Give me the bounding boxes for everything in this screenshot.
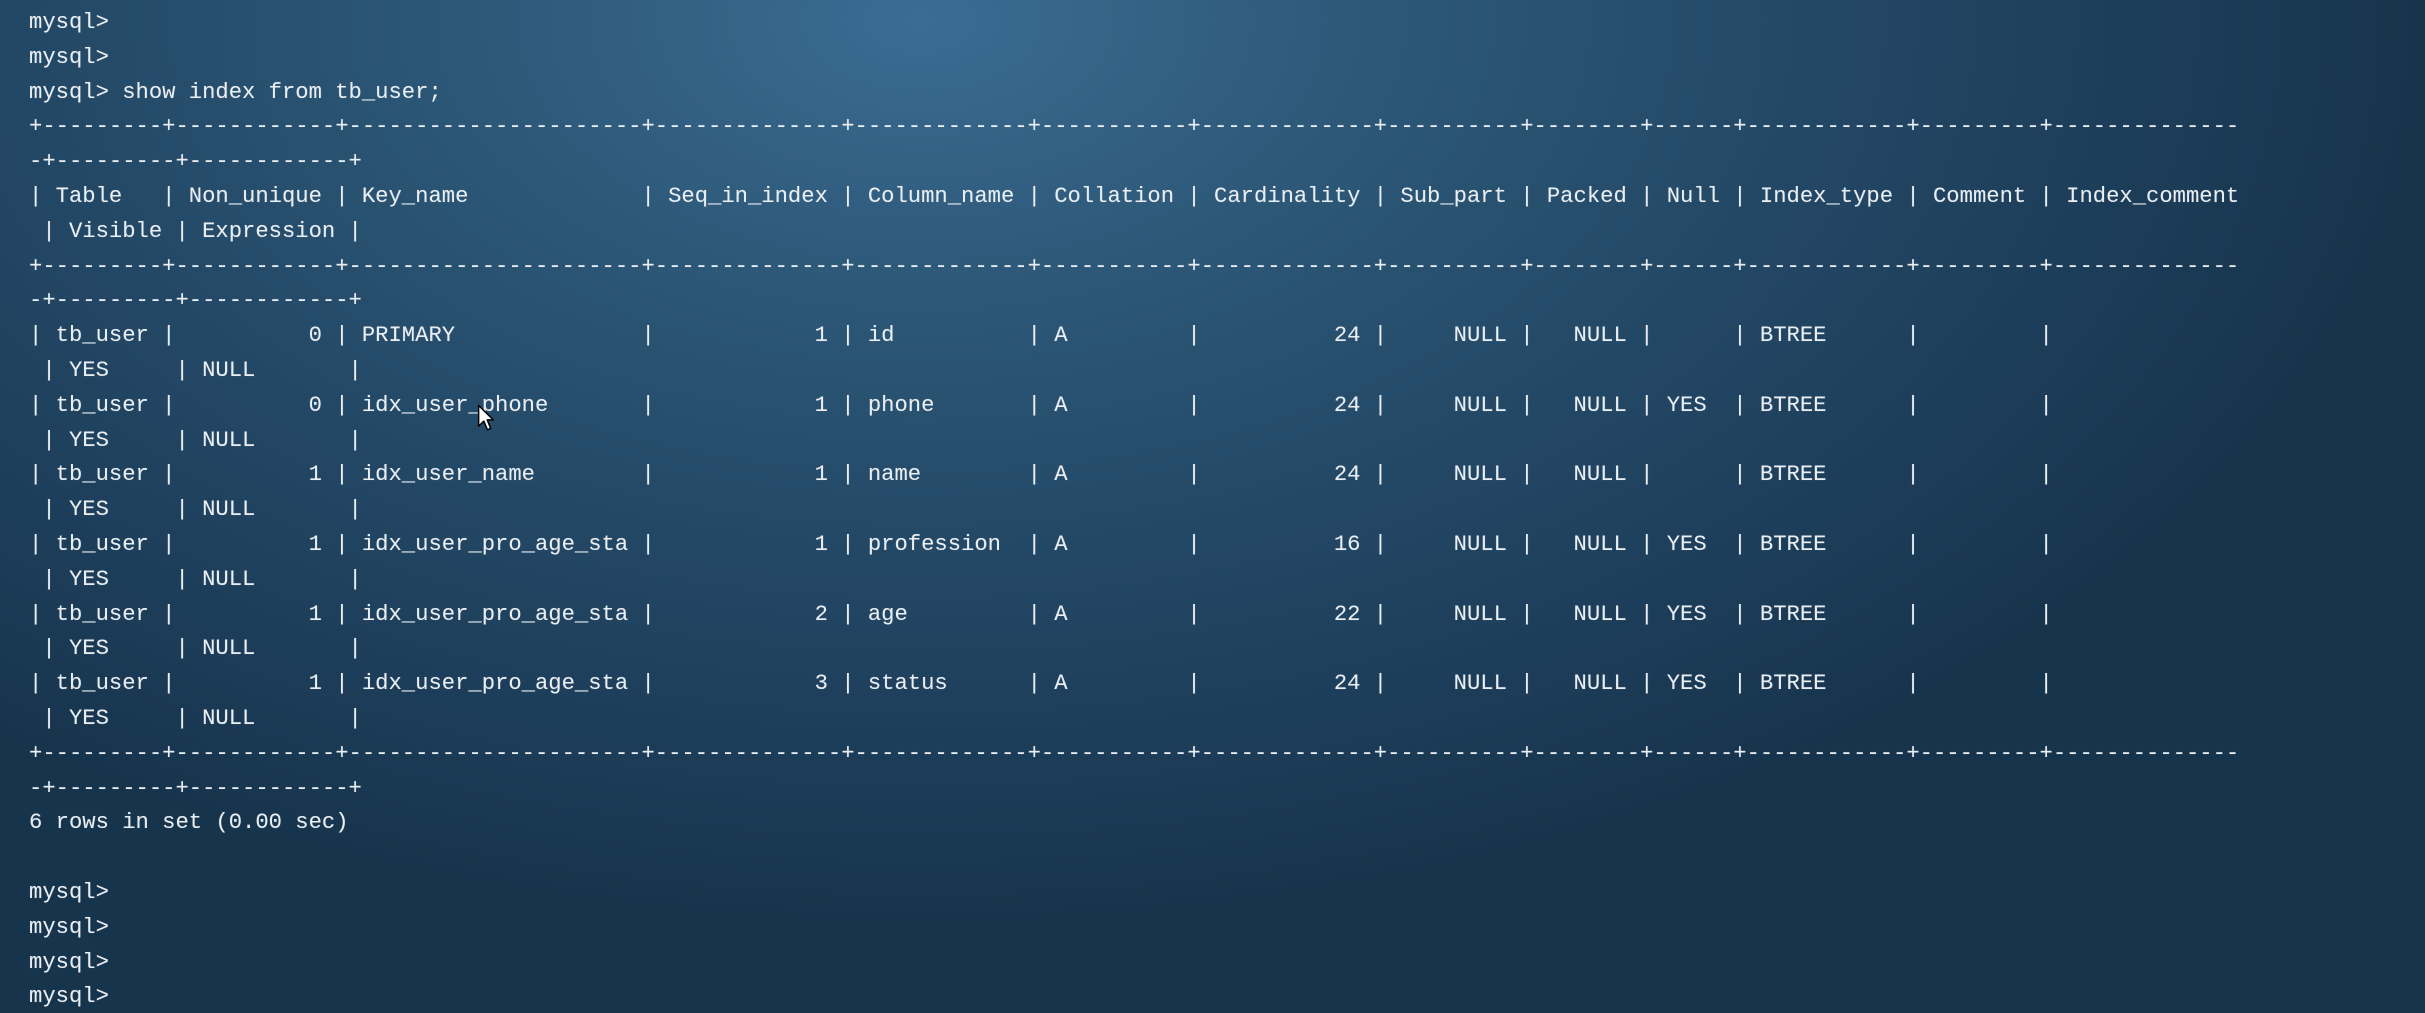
prompt-line: mysql> [29, 10, 109, 35]
table-row: | tb_user | 0 | idx_user_phone | 1 | pho… [29, 392, 2053, 418]
table-header-row: | Table | Non_unique | Key_name | Seq_in… [29, 183, 2240, 209]
prompt-line: mysql> [29, 879, 109, 905]
table-row: | tb_user | 1 | idx_user_pro_age_sta | 2… [29, 601, 2053, 627]
terminal-output: mysql> mysql> mysql> show index from tb_… [29, 6, 2239, 1013]
table-border-top: +---------+------------+----------------… [29, 114, 2240, 140]
table-row: | tb_user | 1 | idx_user_name | 1 | name… [29, 462, 2053, 488]
mouse-pointer-icon [477, 404, 495, 431]
table-border-top-wrap: -+---------+------------+ [29, 149, 362, 175]
command-line: mysql> show index from tb_user; [29, 79, 442, 105]
active-prompt-line[interactable]: mysql> [29, 980, 2239, 1013]
prompt-line: mysql> [29, 914, 109, 940]
prompt-line: mysql> [29, 949, 109, 975]
table-row: | tb_user | 0 | PRIMARY | 1 | id | A | 2… [29, 323, 2053, 349]
prompt-line: mysql> [29, 44, 109, 70]
result-summary: 6 rows in set (0.00 sec) [29, 810, 349, 836]
table-row: | tb_user | 1 | idx_user_pro_age_sta | 3… [29, 671, 2053, 697]
table-row-wrap: | YES | NULL | [29, 636, 362, 662]
table-row: | tb_user | 1 | idx_user_pro_age_sta | 1… [29, 531, 2053, 557]
table-row-wrap: | YES | NULL | [29, 705, 362, 731]
table-border-header-wrap: -+---------+------------+ [29, 288, 362, 314]
table-header-row-wrap: | Visible | Expression | [29, 218, 362, 244]
table-border-bottom-wrap: -+---------+------------+ [29, 775, 362, 801]
table-row-wrap: | YES | NULL | [29, 497, 362, 523]
table-border-header: +---------+------------+----------------… [29, 253, 2240, 279]
table-row-wrap: | YES | NULL | [29, 357, 362, 383]
table-row-wrap: | YES | NULL | [29, 427, 362, 453]
table-border-bottom: +---------+------------+----------------… [29, 740, 2240, 766]
terminal-window[interactable]: mysql> mysql> mysql> show index from tb_… [0, 0, 2425, 1013]
table-row-wrap: | YES | NULL | [29, 566, 362, 592]
